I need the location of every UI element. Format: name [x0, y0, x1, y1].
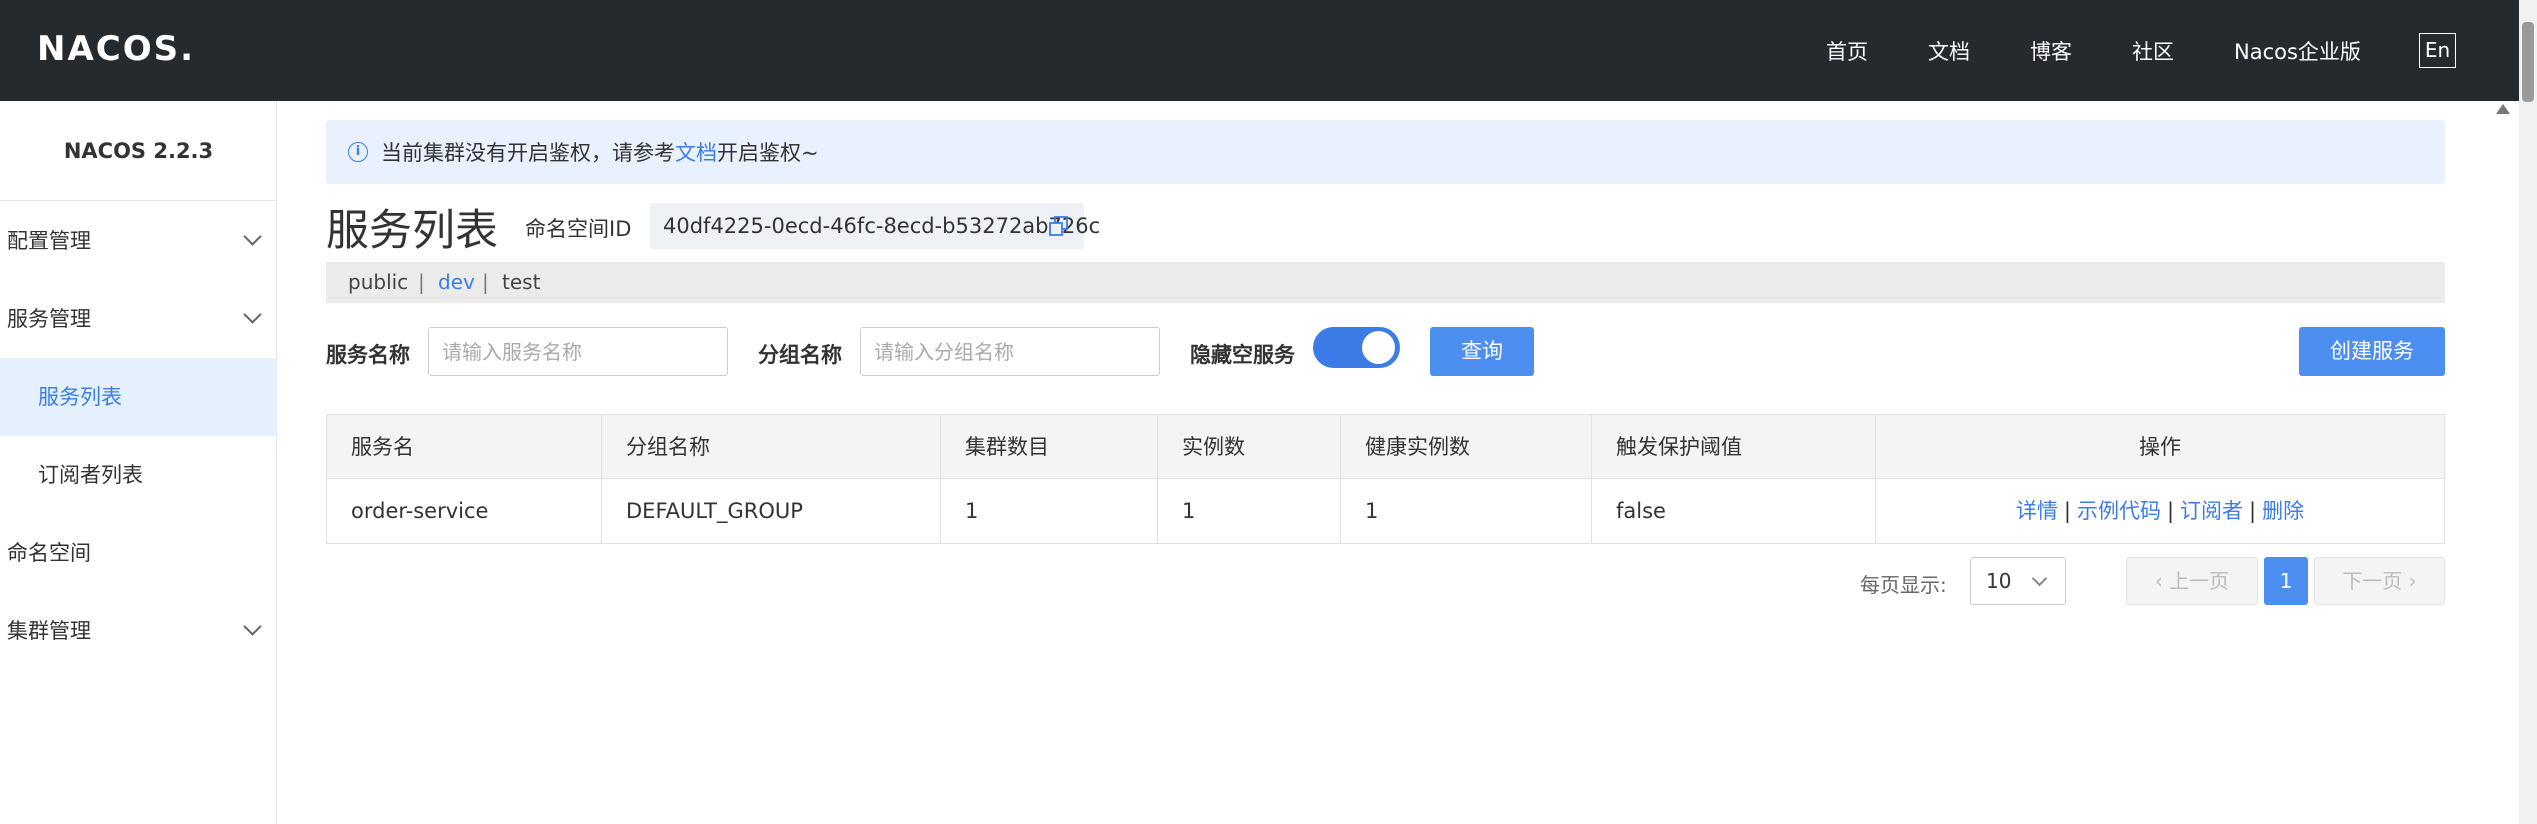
- namespace-id-box: 40df4225-0ecd-46fc-8ecd-b53272ab726c: [650, 203, 1100, 249]
- sidebar-item-label: 命名空间: [7, 541, 91, 565]
- nav-home[interactable]: 首页: [1826, 36, 1868, 66]
- page-title: 服务列表: [326, 206, 498, 256]
- action-separator: |: [2063, 499, 2071, 523]
- tab-namespace-test[interactable]: test: [502, 270, 540, 294]
- chevron-down-icon: [243, 305, 262, 324]
- auth-notice-banner: i 当前集群没有开启鉴权，请参考文档开启鉴权~: [326, 120, 2445, 184]
- sidebar-item-service-list[interactable]: 服务列表: [0, 358, 277, 436]
- per-page-label: 每页显示:: [1860, 573, 1947, 597]
- action-separator: |: [2249, 499, 2257, 523]
- notice-prefix: 当前集群没有开启鉴权，请参考: [381, 141, 675, 165]
- nacos-logo[interactable]: NACOS.: [37, 29, 195, 69]
- scrollbar-thumb[interactable]: [2522, 22, 2534, 102]
- sidebar-item-label: 配置管理: [7, 229, 91, 253]
- notice-docs-link[interactable]: 文档: [675, 141, 717, 165]
- table-cell-cluster-count: 1: [941, 479, 1158, 543]
- sidebar-item-config-management[interactable]: 配置管理: [0, 202, 277, 280]
- table-header-cell: 操作: [2139, 435, 2181, 459]
- sidebar-item-label: 服务管理: [7, 307, 91, 331]
- sidebar-item-cluster-management[interactable]: 集群管理: [0, 592, 277, 670]
- action-subscribers-link[interactable]: 订阅者: [2180, 499, 2243, 523]
- sidebar-item-subscriber-list[interactable]: 订阅者列表: [0, 436, 277, 514]
- chevron-right-icon: ›: [2402, 569, 2417, 593]
- copy-icon[interactable]: [1048, 215, 1070, 237]
- info-icon: i: [348, 142, 368, 162]
- per-page-value: 10: [1986, 569, 2012, 593]
- table-header-cell: 健康实例数: [1341, 415, 1592, 479]
- sidebar-version-title: NACOS 2.2.3: [0, 101, 277, 201]
- tab-namespace-public[interactable]: public: [348, 270, 408, 294]
- window-scrollbar[interactable]: [2519, 0, 2537, 824]
- table-row: order-service DEFAULT_GROUP 1 1 1 false …: [327, 479, 2444, 543]
- prev-page-button[interactable]: ‹ 上一页: [2126, 557, 2258, 605]
- table-cell-healthy-count: 1: [1341, 479, 1592, 543]
- sidebar-item-namespace[interactable]: 命名空间: [0, 514, 277, 592]
- namespace-id-label: 命名空间ID: [525, 217, 632, 241]
- table-header-cell: 集群数目: [941, 415, 1158, 479]
- create-service-button[interactable]: 创建服务: [2299, 327, 2445, 376]
- query-button[interactable]: 查询: [1430, 327, 1534, 376]
- sidebar: NACOS 2.2.3 配置管理 服务管理 服务列表 订阅者列表 命名空间 集群…: [0, 101, 277, 824]
- table-cell-protect-threshold: false: [1592, 479, 1876, 543]
- table-header-cell: 触发保护阈值: [1592, 415, 1876, 479]
- tab-namespace-dev[interactable]: dev: [438, 270, 475, 294]
- table-cell-service-name: order-service: [327, 479, 602, 543]
- action-details-link[interactable]: 详情: [2016, 499, 2058, 523]
- hide-empty-services-label: 隐藏空服务: [1190, 343, 1295, 367]
- chevron-down-icon: [2031, 570, 2048, 587]
- current-page-button[interactable]: 1: [2264, 557, 2308, 605]
- notice-suffix: 开启鉴权~: [717, 141, 819, 165]
- table-cell-group-name: DEFAULT_GROUP: [602, 479, 941, 543]
- notice-text: 当前集群没有开启鉴权，请参考文档开启鉴权~: [381, 137, 819, 167]
- service-name-input[interactable]: [428, 327, 728, 376]
- sidebar-item-label: 订阅者列表: [38, 463, 143, 487]
- next-page-label: 下一页: [2342, 569, 2403, 593]
- table-header-cell: 分组名称: [602, 415, 941, 479]
- chevron-down-icon: [243, 617, 262, 636]
- per-page-select[interactable]: 10: [1970, 557, 2066, 605]
- sidebar-item-service-management[interactable]: 服务管理: [0, 280, 277, 358]
- sidebar-item-label: 集群管理: [7, 619, 91, 643]
- table-header-cell: 实例数: [1158, 415, 1341, 479]
- table-cell-actions: 详情 | 示例代码 | 订阅者 | 删除: [1876, 479, 2444, 543]
- chevron-down-icon: [243, 227, 262, 246]
- tab-separator: |: [482, 270, 489, 294]
- top-navbar: NACOS. 首页 文档 博客 社区 Nacos企业版 En: [0, 0, 2537, 101]
- group-name-label: 分组名称: [758, 343, 842, 367]
- chevron-left-icon: ‹: [2154, 569, 2170, 593]
- language-toggle-button[interactable]: En: [2419, 33, 2456, 68]
- group-name-input[interactable]: [860, 327, 1160, 376]
- nav-enterprise[interactable]: Nacos企业版: [2234, 36, 2361, 66]
- hide-empty-services-toggle[interactable]: [1313, 327, 1400, 368]
- table-header-row: 服务名 分组名称 集群数目 实例数 健康实例数 触发保护阈值 操作: [327, 415, 2444, 479]
- nav-community[interactable]: 社区: [2132, 36, 2174, 66]
- action-sample-code-link[interactable]: 示例代码: [2077, 499, 2161, 523]
- next-page-button[interactable]: 下一页 ›: [2314, 557, 2445, 605]
- service-table: 服务名 分组名称 集群数目 实例数 健康实例数 触发保护阈值 操作 order-…: [326, 414, 2445, 544]
- namespace-tabs: public | dev | test: [326, 262, 2445, 303]
- action-delete-link[interactable]: 删除: [2262, 499, 2304, 523]
- tab-separator: |: [418, 270, 425, 294]
- action-separator: |: [2166, 499, 2175, 523]
- service-name-label: 服务名称: [326, 343, 410, 367]
- table-header-cell: 服务名: [327, 415, 602, 479]
- nav-docs[interactable]: 文档: [1928, 36, 1970, 66]
- nav-blog[interactable]: 博客: [2030, 36, 2072, 66]
- sidebar-item-label: 服务列表: [38, 385, 122, 409]
- table-cell-instance-count: 1: [1158, 479, 1341, 543]
- prev-page-label: 上一页: [2169, 569, 2230, 593]
- namespace-id-value: 40df4225-0ecd-46fc-8ecd-b53272ab726c: [663, 214, 1101, 238]
- toggle-knob: [1362, 331, 1395, 364]
- scroll-up-arrow-icon[interactable]: [2496, 104, 2510, 114]
